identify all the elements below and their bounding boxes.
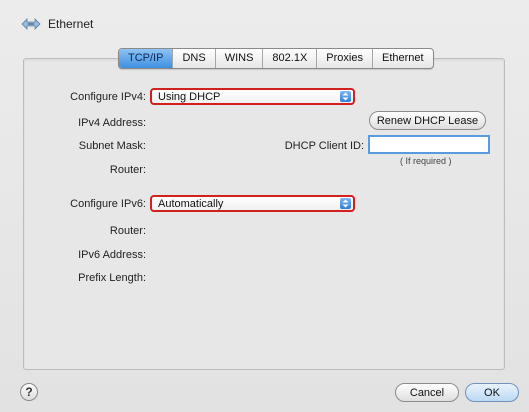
- tab-proxies[interactable]: Proxies: [316, 49, 372, 68]
- subnet-mask-label: Subnet Mask:: [78, 140, 146, 152]
- help-button[interactable]: ?: [20, 383, 38, 401]
- ipv6-address-label: IPv6 Address:: [78, 249, 146, 261]
- prefix-length-label: Prefix Length:: [78, 272, 146, 284]
- cancel-button[interactable]: Cancel: [395, 383, 459, 402]
- configure-ipv6-label: Configure IPv6:: [70, 198, 146, 210]
- tab-8021x[interactable]: 802.1X: [262, 49, 316, 68]
- configure-ipv6-value: Automatically: [158, 198, 224, 210]
- tab-wins[interactable]: WINS: [214, 49, 263, 68]
- ipv6-router-label: Router:: [109, 225, 146, 237]
- tab-dns[interactable]: DNS: [172, 49, 214, 68]
- ipv4-address-label: IPv4 Address:: [78, 117, 146, 129]
- popup-arrows-icon: [340, 198, 351, 209]
- ipv4-router-label: Router:: [109, 164, 146, 176]
- renew-dhcp-lease-button[interactable]: Renew DHCP Lease: [369, 111, 486, 130]
- popup-arrows-icon: [340, 91, 351, 102]
- window-title: Ethernet: [48, 17, 94, 31]
- configure-ipv6-popup[interactable]: Automatically: [150, 195, 355, 212]
- network-ethernet-icon: [21, 18, 41, 30]
- header: Ethernet: [20, 10, 93, 38]
- dhcp-client-id-input[interactable]: [370, 137, 488, 152]
- client-id-hint: ( If required ): [400, 156, 452, 166]
- dhcp-client-id-label: DHCP Client ID:: [284, 140, 364, 152]
- tab-tcpip[interactable]: TCP/IP: [119, 49, 173, 68]
- configure-ipv4-label: Configure IPv4:: [70, 91, 146, 103]
- network-settings-window: Ethernet TCP/IP DNS WINS 802.1X Proxies …: [0, 0, 529, 412]
- ok-button[interactable]: OK: [465, 383, 519, 402]
- dhcp-client-id-field[interactable]: [368, 135, 490, 154]
- configure-ipv4-value: Using DHCP: [158, 91, 221, 103]
- tab-bar: TCP/IP DNS WINS 802.1X Proxies Ethernet: [118, 48, 434, 69]
- configure-ipv4-popup[interactable]: Using DHCP: [150, 88, 355, 105]
- tab-ethernet[interactable]: Ethernet: [371, 49, 433, 68]
